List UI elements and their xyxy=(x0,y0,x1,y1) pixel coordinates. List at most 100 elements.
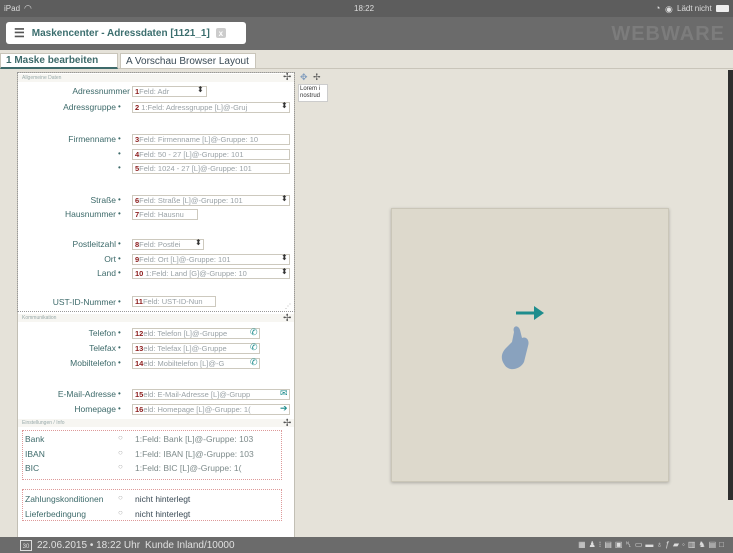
field-label: Land xyxy=(97,268,116,278)
required-dot: • xyxy=(118,209,121,218)
field-input[interactable]: 9Feld: Ort [L]@-Gruppe: 101 xyxy=(132,254,290,265)
calendar-icon[interactable]: 30 xyxy=(20,539,32,551)
field-input[interactable]: 14eld: Mobiltelefon [L]@-G xyxy=(132,358,260,369)
toolbar-icons[interactable]: ▦♟⁝▤▣␤▭▬♁ƒ▰◦▥♞▤□ xyxy=(578,540,727,550)
field-input[interactable]: 4Feld: 50 - 27 [L]@-Gruppe: 101 xyxy=(132,149,290,160)
mail-icon[interactable]: ✉ xyxy=(280,388,288,399)
field-label: Telefon xyxy=(88,328,116,338)
required-dot: • xyxy=(118,195,121,204)
field-input[interactable]: 2 1:Feld: Adressgruppe [L]@-Gruj xyxy=(132,102,290,113)
radio-circle-icon[interactable]: ○ xyxy=(118,448,123,457)
charge-status: Lädt nicht xyxy=(677,4,712,13)
field-text: Feld: Postlei xyxy=(139,240,181,249)
required-dot: • xyxy=(118,297,121,306)
field-input[interactable]: 15eld: E-Mail-Adresse [L]@-Grupp xyxy=(132,389,290,400)
radio-circle-icon[interactable]: ○ xyxy=(118,462,123,471)
preview-drag-icon[interactable]: ✥ xyxy=(300,72,308,83)
section-header-settings: Einstellungen / Info xyxy=(18,419,294,427)
stepper-icon[interactable]: ⬍ xyxy=(281,101,288,110)
drag-arrow-head xyxy=(534,306,544,320)
setting-label: Lieferbedingung xyxy=(25,509,86,519)
field-input[interactable]: 1Feld: Adr xyxy=(132,86,207,97)
field-text: Feld: Straße [L]@-Gruppe: 101 xyxy=(139,196,243,205)
field-input[interactable]: 10 1:Feld: Land [G]@-Gruppe: 10 xyxy=(132,268,290,279)
required-dot: • xyxy=(118,163,121,172)
setting-label: Zahlungskonditionen xyxy=(25,494,104,504)
pin-icon[interactable]: ✢ xyxy=(313,72,321,83)
field-label: Straße xyxy=(90,195,116,205)
lock-rotation-icon: ◔ xyxy=(655,3,661,13)
required-dot: • xyxy=(118,328,121,337)
field-number: 11 xyxy=(135,297,143,306)
field-text: eld: E-Mail-Adresse [L]@-Grupp xyxy=(143,390,251,399)
drag-hand-icon xyxy=(501,306,544,370)
required-dot: • xyxy=(118,102,121,111)
preview-text-line: Lorem i xyxy=(300,86,321,92)
datetime: 22.06.2015 • 18:22 Uhr xyxy=(37,539,141,551)
resize-handle-icon[interactable]: ⋰ xyxy=(285,303,291,310)
field-input[interactable]: 11Feld: UST-ID-Nun xyxy=(132,296,216,307)
preview-text-box: Lorem i nostrud xyxy=(298,84,328,102)
wifi-icon: ◠ xyxy=(24,3,32,13)
field-input[interactable]: 7Feld: Hausnu xyxy=(132,209,198,220)
tab-edit-mask[interactable]: 1 Maske bearbeiten xyxy=(0,53,118,69)
field-label: Ort xyxy=(104,254,116,264)
field-input[interactable]: 16eld: Homepage [L]@-Gruppe: 1( xyxy=(132,404,290,415)
stepper-icon[interactable]: ⬍ xyxy=(281,194,288,203)
device-label: iPad xyxy=(4,4,21,13)
stepper-icon[interactable]: ⬍ xyxy=(195,238,202,247)
field-input[interactable]: 8Feld: Postlei xyxy=(132,239,204,250)
field-text: Feld: 1024 - 27 [L]@-Gruppe: 101 xyxy=(139,164,252,173)
field-text: 1:Feld: Land [G]@-Gruppe: 10 xyxy=(145,269,247,278)
radio-circle-icon[interactable]: ○ xyxy=(118,433,123,442)
customer: Kunde Inland/10000 xyxy=(145,539,235,551)
setting-label: BIC xyxy=(25,463,40,473)
brand-logo: WEBWARE xyxy=(611,23,725,45)
close-icon[interactable]: x xyxy=(215,28,226,38)
clock: 18:22 xyxy=(354,4,375,13)
alarm-icon: ◉ xyxy=(665,4,673,14)
field-text: eld: Homepage [L]@-Gruppe: 1( xyxy=(143,405,251,414)
field-text: Feld: 50 - 27 [L]@-Gruppe: 101 xyxy=(139,150,244,159)
radio-circle-icon[interactable]: ○ xyxy=(118,493,123,502)
open-link-icon[interactable]: ➔ xyxy=(280,403,288,414)
phone-icon[interactable]: ✆ xyxy=(250,342,258,353)
field-text: Feld: Adr xyxy=(139,87,170,96)
field-label: E-Mail-Adresse xyxy=(57,389,116,399)
setting-value: nicht hinterlegt xyxy=(135,509,191,519)
radio-circle-icon[interactable]: ○ xyxy=(118,508,123,517)
field-input[interactable]: 5Feld: 1024 - 27 [L]@-Gruppe: 101 xyxy=(132,163,290,174)
field-input[interactable]: 12eld: Telefon [L]@-Gruppe xyxy=(132,328,260,339)
preview-widget[interactable]: ✥ ✢ Lorem i nostrud xyxy=(298,72,330,107)
menu-icon[interactable]: ☰ xyxy=(14,26,25,40)
field-text: Feld: Hausnu xyxy=(139,210,184,219)
field-text: eld: Mobiltelefon [L]@-G xyxy=(143,359,225,368)
setting-label: IBAN xyxy=(25,449,45,459)
setting-label: Bank xyxy=(25,434,45,444)
field-label: Firmenname xyxy=(68,134,116,144)
stepper-icon[interactable]: ⬍ xyxy=(197,85,204,94)
tab-browser-preview[interactable]: A Vorschau Browser Layout xyxy=(120,53,256,69)
scroll-edge[interactable] xyxy=(728,70,733,500)
phone-icon[interactable]: ✆ xyxy=(250,357,258,368)
stepper-icon[interactable]: ⬍ xyxy=(281,253,288,262)
window-title: Maskencenter - Adressdaten [1121_1] xyxy=(31,27,210,39)
stepper-icon[interactable]: ⬍ xyxy=(281,267,288,276)
phone-icon[interactable]: ✆ xyxy=(250,327,258,338)
field-input[interactable]: 6Feld: Straße [L]@-Gruppe: 101 xyxy=(132,195,290,206)
required-dot: • xyxy=(118,404,121,413)
required-dot: • xyxy=(118,134,121,143)
required-dot: • xyxy=(118,343,121,352)
required-dot: • xyxy=(118,389,121,398)
setting-value: nicht hinterlegt xyxy=(135,494,191,504)
pin-icon[interactable]: ✢ xyxy=(283,313,291,324)
pin-icon[interactable]: ✢ xyxy=(283,418,291,429)
pin-icon[interactable]: ✢ xyxy=(283,72,291,83)
section-header-communication: Kommunikation xyxy=(18,314,294,322)
field-text: Feld: Ort [L]@-Gruppe: 101 xyxy=(139,255,231,264)
field-input[interactable]: 13eld: Telefax [L]@-Gruppe xyxy=(132,343,260,354)
field-input[interactable]: 3Feld: Firmenname [L]@-Gruppe: 10 xyxy=(132,134,290,145)
field-label: Adressnummer xyxy=(72,86,130,96)
field-text: Feld: UST-ID-Nun xyxy=(142,297,203,306)
window-tab[interactable]: ☰ Maskencenter - Adressdaten [1121_1] x xyxy=(6,22,246,44)
